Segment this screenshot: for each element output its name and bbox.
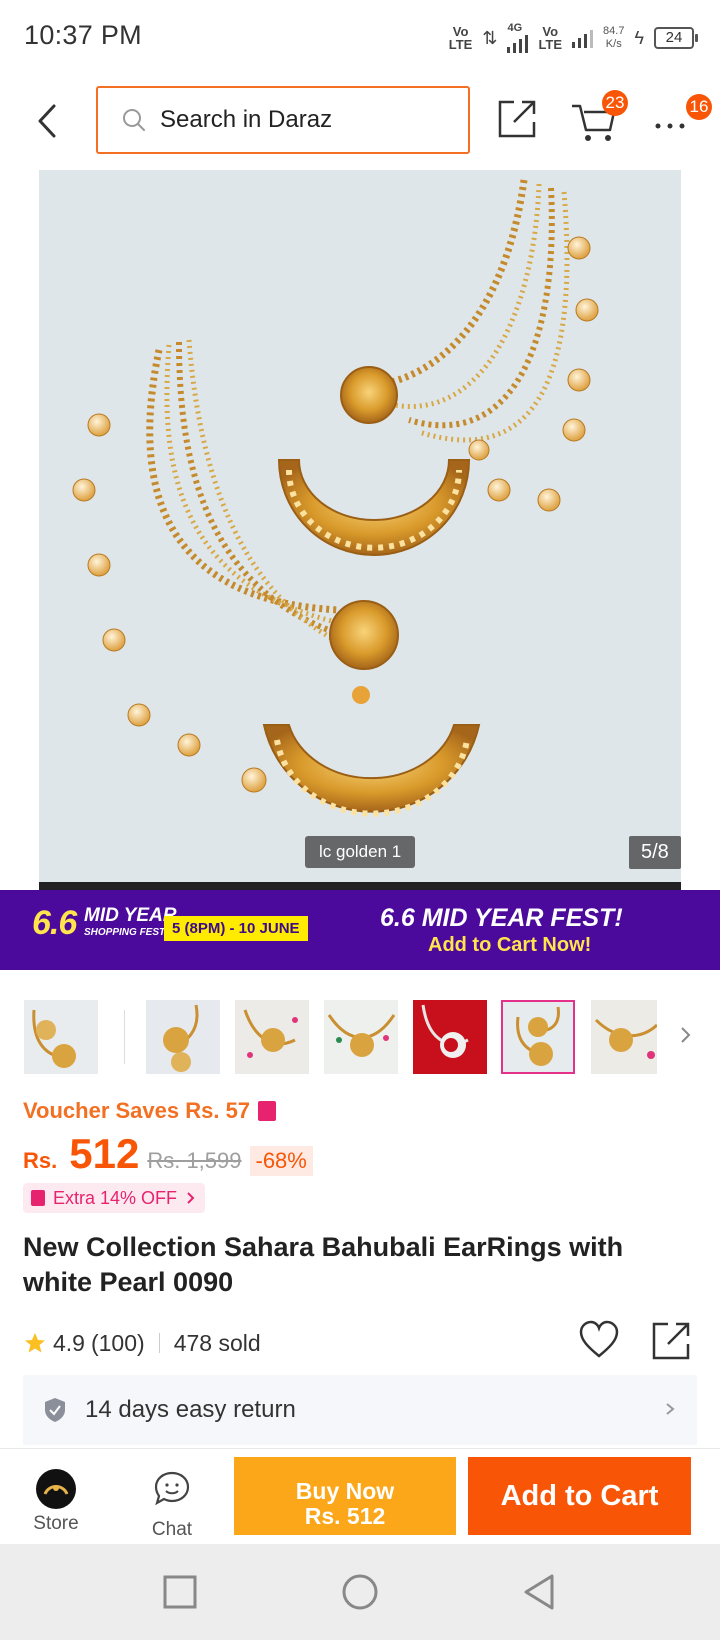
chat-button[interactable]: Chat bbox=[132, 1469, 212, 1541]
battery-icon: 24 bbox=[654, 27, 698, 49]
product-share-button[interactable] bbox=[652, 1320, 692, 1360]
banner-logo-title: MID YEAR bbox=[84, 905, 177, 926]
chat-label: Chat bbox=[151, 1519, 193, 1540]
image-caption: lc golden 1 bbox=[305, 836, 416, 868]
current-price: 512 bbox=[69, 1130, 140, 1177]
header: Search in Daraz 23 16 bbox=[0, 76, 720, 170]
chat-icon bbox=[154, 1471, 190, 1506]
rating-row[interactable]: 4.9 (100) 478 sold bbox=[23, 1325, 261, 1361]
recents-button[interactable] bbox=[160, 1572, 200, 1612]
chevron-right-icon bbox=[666, 1403, 675, 1415]
thumbnail-5[interactable] bbox=[413, 1000, 487, 1074]
back-nav-button[interactable] bbox=[520, 1572, 560, 1612]
star-icon bbox=[25, 1333, 45, 1353]
thumbnail-3[interactable] bbox=[235, 1000, 309, 1074]
review-count: (100) bbox=[90, 1329, 145, 1356]
signal-4g: 4G bbox=[507, 22, 529, 53]
network-speed: 84.7 K/s bbox=[603, 25, 624, 51]
banner-logo-subtitle: SHOPPING FEST! bbox=[84, 927, 169, 938]
circle-icon bbox=[342, 1574, 378, 1610]
voucher-icon bbox=[31, 1190, 45, 1206]
home-button[interactable] bbox=[340, 1572, 380, 1612]
buy-now-button[interactable]: Buy Now Rs. 512 bbox=[234, 1457, 456, 1535]
chevron-right-icon bbox=[187, 1192, 195, 1204]
search-placeholder: Search in Daraz bbox=[160, 106, 333, 133]
rating-separator bbox=[158, 1333, 160, 1353]
extra-offer-chip[interactable]: Extra 14% OFF bbox=[23, 1183, 206, 1213]
share-icon bbox=[652, 1322, 690, 1360]
square-icon bbox=[163, 1575, 197, 1609]
shield-check-icon bbox=[45, 1398, 65, 1422]
product-image[interactable] bbox=[39, 170, 681, 890]
thumbnail-4[interactable] bbox=[324, 1000, 398, 1074]
signal-bars-icon bbox=[507, 33, 529, 53]
store-button[interactable]: Store bbox=[16, 1469, 96, 1535]
buy-now-label: Buy Now bbox=[295, 1477, 395, 1504]
image-counter: 5/8 bbox=[629, 836, 681, 869]
return-policy-row[interactable]: 14 days easy return bbox=[23, 1375, 697, 1445]
speed-value: 84.7 bbox=[603, 25, 625, 37]
battery-level: 24 bbox=[665, 29, 683, 46]
thumbnail-6-selected[interactable] bbox=[501, 1000, 575, 1074]
chevron-right-icon bbox=[681, 1027, 691, 1043]
status-time: 10:37 PM bbox=[24, 20, 142, 50]
status-bar: 10:37 PM Vo LTE ⇅ 4G Vo LTE 84.7 K/s ϟ 24 bbox=[0, 0, 720, 76]
back-arrow-icon bbox=[38, 104, 56, 138]
cart-count-badge: 23 bbox=[602, 90, 628, 116]
discount-badge: -68% bbox=[249, 1146, 313, 1176]
banner-cta: Add to Cart Now! bbox=[428, 934, 592, 956]
thumbnail-7[interactable] bbox=[591, 1000, 657, 1074]
volte-indicator-2: Vo LTE bbox=[538, 24, 563, 52]
voucher-text: Voucher Saves Rs. 57 bbox=[23, 1098, 251, 1123]
store-logo-icon bbox=[36, 1469, 76, 1509]
campaign-banner[interactable]: 6.6 MID YEAR SHOPPING FEST! 5 (8PM) - 10… bbox=[0, 890, 720, 970]
original-price: Rs. 1,599 bbox=[147, 1148, 242, 1173]
search-input[interactable]: Search in Daraz bbox=[96, 86, 470, 154]
rating-value: 4.9 bbox=[53, 1329, 85, 1356]
return-policy-text: 14 days easy return bbox=[85, 1396, 296, 1423]
triangle-back-icon bbox=[524, 1574, 554, 1610]
charging-icon: ϟ bbox=[634, 27, 644, 48]
share-button[interactable] bbox=[496, 96, 540, 140]
add-to-cart-button[interactable]: Add to Cart bbox=[468, 1457, 691, 1535]
price-currency: Rs. bbox=[23, 1148, 58, 1173]
banner-headline: 6.6 MID YEAR FEST! bbox=[380, 904, 623, 932]
more-button[interactable]: 16 bbox=[650, 94, 712, 140]
thumbnail-strip bbox=[0, 996, 720, 1076]
notification-badge: 16 bbox=[686, 94, 712, 120]
back-button[interactable] bbox=[30, 98, 70, 144]
banner-date: 5 (8PM) - 10 JUNE bbox=[164, 916, 308, 941]
speed-unit: K/s bbox=[605, 38, 622, 50]
bottom-action-bar: Store Chat Buy Now Rs. 512 Add to Cart bbox=[0, 1448, 720, 1544]
store-label: Store bbox=[33, 1513, 79, 1534]
signal-bars-icon-2 bbox=[572, 28, 594, 48]
data-arrows-icon: ⇅ bbox=[482, 27, 498, 48]
cart-button[interactable]: 23 bbox=[570, 90, 628, 144]
status-icons: Vo LTE ⇅ 4G Vo LTE 84.7 K/s ϟ 24 bbox=[448, 18, 698, 58]
voucher-info[interactable]: Voucher Saves Rs. 57 bbox=[23, 1098, 277, 1124]
thumbnail-divider bbox=[124, 1010, 125, 1064]
search-icon bbox=[123, 109, 145, 131]
system-nav-bar bbox=[0, 1544, 720, 1640]
wishlist-button[interactable] bbox=[578, 1320, 620, 1360]
heart-icon bbox=[579, 1320, 619, 1358]
voucher-icon bbox=[258, 1101, 277, 1121]
earrings-photo bbox=[39, 170, 681, 890]
banner-logo-number: 6.6 bbox=[32, 904, 77, 942]
sold-count: 478 sold bbox=[173, 1329, 261, 1356]
price-row: Rs. 512 Rs. 1,599 -68% bbox=[23, 1130, 313, 1180]
share-icon bbox=[498, 100, 536, 138]
extra-offer-text: Extra 14% OFF bbox=[53, 1187, 178, 1208]
buy-now-price: Rs. 512 bbox=[304, 1502, 386, 1529]
thumbnail-1[interactable] bbox=[24, 1000, 98, 1074]
thumbnail-next-button[interactable] bbox=[676, 1022, 696, 1048]
network-gen-label: 4G bbox=[507, 22, 523, 34]
thumbnail-2[interactable] bbox=[146, 1000, 220, 1074]
product-title: New Collection Sahara Bahubali EarRings … bbox=[23, 1232, 624, 1297]
volte-indicator: Vo LTE bbox=[448, 24, 473, 52]
